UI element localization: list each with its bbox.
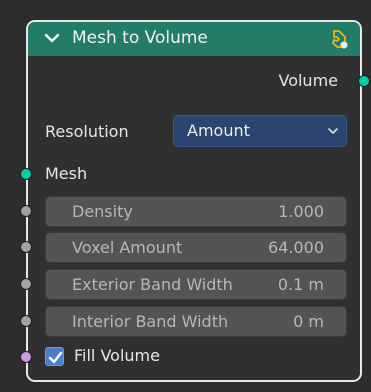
mesh-input-label: Mesh — [45, 164, 88, 183]
resolution-dropdown[interactable]: Amount — [173, 115, 347, 147]
fill-volume-checkbox[interactable] — [45, 347, 64, 366]
voxel-amount-input-socket[interactable] — [20, 241, 32, 253]
resolution-label: Resolution — [45, 122, 129, 141]
interior-band-width-value: 0 m — [293, 312, 324, 331]
density-field[interactable]: Density 1.000 — [45, 196, 347, 227]
voxel-amount-label: Voxel Amount — [72, 238, 183, 257]
exterior-band-width-input-socket[interactable] — [20, 278, 32, 290]
exterior-band-width-value: 0.1 m — [277, 275, 324, 294]
node-header[interactable]: Mesh to Volume — [28, 22, 360, 56]
exterior-band-width-field[interactable]: Exterior Band Width 0.1 m — [45, 269, 347, 300]
interior-band-width-label: Interior Band Width — [72, 312, 229, 331]
fill-volume-label: Fill Volume — [74, 346, 160, 365]
density-value: 1.000 — [278, 202, 324, 221]
voxel-amount-value: 64.000 — [268, 238, 324, 257]
mesh-to-volume-node[interactable]: Mesh to Volume Volume Resolution Amount … — [20, 20, 370, 382]
checkmark-icon — [48, 351, 63, 364]
resolution-value: Amount — [187, 121, 250, 140]
density-input-socket[interactable] — [20, 205, 32, 217]
mesh-input-socket[interactable] — [20, 168, 32, 180]
node-editor-canvas: Mesh to Volume Volume Resolution Amount … — [0, 0, 371, 392]
output-volume-label: Volume — [278, 71, 338, 90]
voxel-amount-field[interactable]: Voxel Amount 64.000 — [45, 232, 347, 263]
density-label: Density — [72, 202, 133, 221]
chevron-down-icon — [328, 128, 338, 134]
volume-output-socket[interactable] — [358, 75, 370, 87]
chevron-down-icon[interactable] — [44, 30, 60, 46]
node-title: Mesh to Volume — [72, 28, 208, 48]
exterior-band-width-label: Exterior Band Width — [72, 275, 233, 294]
interior-band-width-input-socket[interactable] — [20, 315, 32, 327]
interior-band-width-field[interactable]: Interior Band Width 0 m — [45, 306, 347, 337]
tool-settings-icon[interactable] — [327, 27, 351, 51]
fill-volume-input-socket[interactable] — [20, 351, 32, 363]
